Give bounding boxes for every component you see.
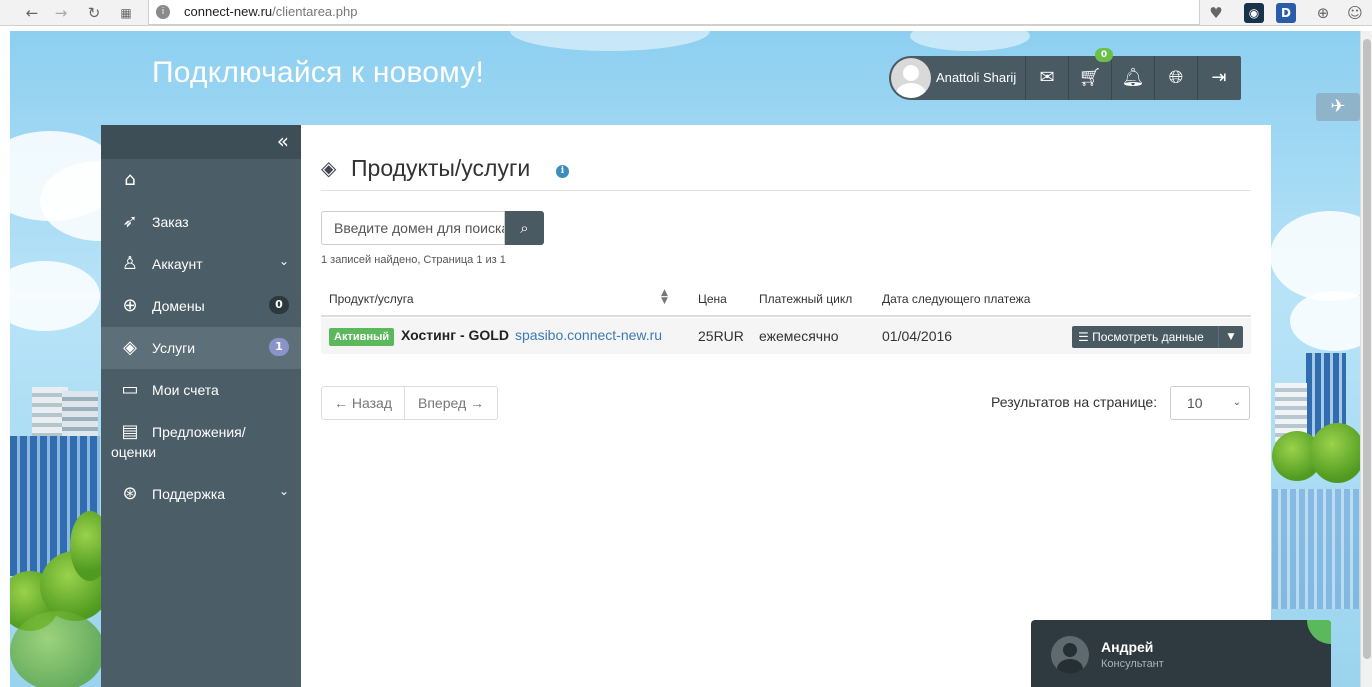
view-details-dropdown[interactable]: ▼ [1218, 326, 1243, 348]
language-globe-icon[interactable]: 🌐︎ [1154, 56, 1197, 100]
profile-icon[interactable]: ☺ [1345, 3, 1365, 23]
consultant-role: Консультант [1101, 658, 1164, 670]
chevron-down-icon: ⌄ [278, 484, 289, 498]
site-info-icon[interactable]: i [156, 5, 170, 19]
billing-cycle-cell: ежемесячно [759, 328, 839, 344]
extension-d-icon[interactable]: D [1276, 3, 1296, 23]
user-icon: ♙ [121, 253, 139, 274]
sidebar-item-label: Мои счета [152, 382, 219, 398]
inbox-icon: ▭ [121, 379, 139, 400]
domain-search-input[interactable]: Введите домен для поиска [321, 211, 505, 245]
prev-page-button[interactable]: ← Назад [322, 387, 405, 419]
sidebar-item-home[interactable]: ⌂ [101, 159, 301, 201]
product-domain-link[interactable]: spasibo.connect-new.ru [515, 327, 662, 343]
download-icon[interactable]: ⊕ [1313, 3, 1333, 23]
sidebar-item-quotes[interactable]: ▤ Предложения/ оценки [101, 411, 301, 467]
layers-icon: ◈ [321, 156, 337, 180]
address-bar[interactable]: i connect-new.ru/clientarea.php [148, 0, 1200, 25]
main-content: ◈ Продукты/услуги i Введите домен для по… [301, 125, 1271, 687]
services-count-badge: 1 [269, 338, 289, 356]
cart-count-badge: 0 [1095, 48, 1113, 62]
table-row[interactable]: Активный Хостинг - GOLD spasibo.connect-… [321, 318, 1251, 354]
sidebar-item-domains[interactable]: ⊕ Домены 0 [101, 285, 301, 327]
sidebar: « ⌂ ➶ Заказ ♙ Аккаунт ⌄ ⊕ Домены 0 ◈ Усл… [101, 125, 301, 687]
consultant-name: Андрей [1101, 639, 1154, 655]
sidebar-item-label: Услуги [152, 340, 196, 356]
user-toolbar: Anattoli Sharij ✉ 🛒︎ 🔔︎ 🌐︎ ⇥ [889, 56, 1241, 100]
records-count: 1 записей найдено, Страница 1 из 1 [321, 254, 506, 266]
per-page-label: Результатов на странице: [991, 394, 1158, 410]
globe-icon: ⊕ [122, 295, 138, 316]
info-icon[interactable]: i [556, 165, 569, 178]
sidebar-item-support[interactable]: ⊛ Поддержка ⌄ [101, 473, 301, 515]
column-header-next-date[interactable]: Дата следующего платежа [882, 292, 1030, 306]
user-name[interactable]: Anattoli Sharij [936, 70, 1016, 85]
per-page-select[interactable]: 10 ⌄ [1170, 386, 1250, 420]
cart-icon[interactable]: 🛒︎ [1068, 56, 1111, 100]
sidebar-item-invoices[interactable]: ▭ Мои счета [101, 369, 301, 411]
sidebar-item-order[interactable]: ➶ Заказ [101, 201, 301, 243]
caret-down-icon: ▼ [1227, 332, 1235, 342]
view-details-label: Посмотреть данные [1092, 330, 1204, 344]
layers-icon: ◈ [123, 337, 137, 358]
site-title[interactable]: Подключайся к новому! [152, 56, 484, 90]
extension-globe-icon[interactable]: ◉ [1244, 3, 1264, 23]
apps-grid-icon[interactable]: ▦ [116, 3, 136, 23]
search-button[interactable]: ⌕ [505, 211, 544, 245]
mail-icon[interactable]: ✉ [1025, 56, 1068, 100]
title-divider [321, 190, 1251, 191]
rocket-icon: ➶ [122, 211, 138, 232]
product-name: Хостинг - GOLD [401, 327, 509, 343]
forward-arrow-icon[interactable]: → [51, 3, 71, 23]
sidebar-item-label: Предложения/ [152, 424, 246, 440]
pagination: ← Назад Вперед → [321, 386, 498, 420]
search-icon: ⌕ [520, 219, 529, 237]
view-details-button[interactable]: ☰ Посмотреть данные [1072, 326, 1218, 348]
list-icon: ☰ [1078, 330, 1089, 344]
collapse-sidebar-icon[interactable]: « [277, 130, 289, 152]
per-page-value: 10 [1187, 395, 1203, 411]
sidebar-item-label: Поддержка [152, 486, 226, 502]
sidebar-item-label: Аккаунт [152, 256, 203, 272]
column-header-price[interactable]: Цена [698, 292, 727, 306]
column-header-product[interactable]: Продукт/услуга [329, 292, 414, 306]
next-page-button[interactable]: Вперед → [405, 387, 497, 419]
paper-plane-icon[interactable]: ✈ [1316, 93, 1360, 121]
sidebar-item-label-line2: оценки [111, 444, 157, 460]
logout-icon[interactable]: ⇥ [1197, 56, 1240, 100]
page-scrollbar[interactable] [1360, 31, 1372, 687]
price-cell: 25RUR [698, 328, 744, 344]
browser-toolbar: ← → ↻ ▦ i connect-new.ru/clientarea.php … [0, 0, 1372, 26]
sidebar-item-account[interactable]: ♙ Аккаунт ⌄ [101, 243, 301, 285]
url-text: connect-new.ru/clientarea.php [184, 4, 358, 19]
sort-icon[interactable]: ▲ ▼ [661, 289, 668, 306]
scrollbar-thumb[interactable] [1363, 39, 1371, 659]
reload-icon[interactable]: ↻ [84, 3, 104, 23]
chevron-down-icon: ⌄ [278, 254, 289, 268]
back-arrow-icon[interactable]: ← [22, 3, 42, 23]
consultant-avatar [1051, 636, 1089, 674]
home-icon: ⌂ [124, 169, 136, 190]
sidebar-item-services[interactable]: ◈ Услуги 1 [101, 327, 301, 369]
bookmark-heart-icon[interactable]: ♥ [1206, 3, 1226, 23]
status-badge: Активный [329, 328, 395, 346]
domains-count-badge: 0 [269, 296, 289, 314]
sidebar-item-label: Домены [152, 298, 205, 314]
sidebar-item-label: Заказ [152, 214, 189, 230]
column-header-cycle[interactable]: Платежный цикл [759, 292, 852, 306]
calculator-icon: ▤ [121, 421, 139, 442]
chevron-down-icon: ⌄ [1232, 397, 1241, 408]
chat-widget[interactable]: Андрей Консультант [1031, 620, 1331, 687]
page-title: Продукты/услуги [351, 155, 531, 181]
lifebuoy-icon: ⊛ [122, 483, 138, 504]
user-avatar[interactable] [891, 58, 931, 98]
bell-icon[interactable]: 🔔︎ [1111, 56, 1154, 100]
online-status-indicator [1307, 620, 1331, 644]
table-header: Продукт/услуга ▲ ▼ Цена Платежный цикл Да… [321, 283, 1251, 317]
next-date-cell: 01/04/2016 [882, 328, 953, 344]
sidebar-header: « [101, 125, 301, 159]
